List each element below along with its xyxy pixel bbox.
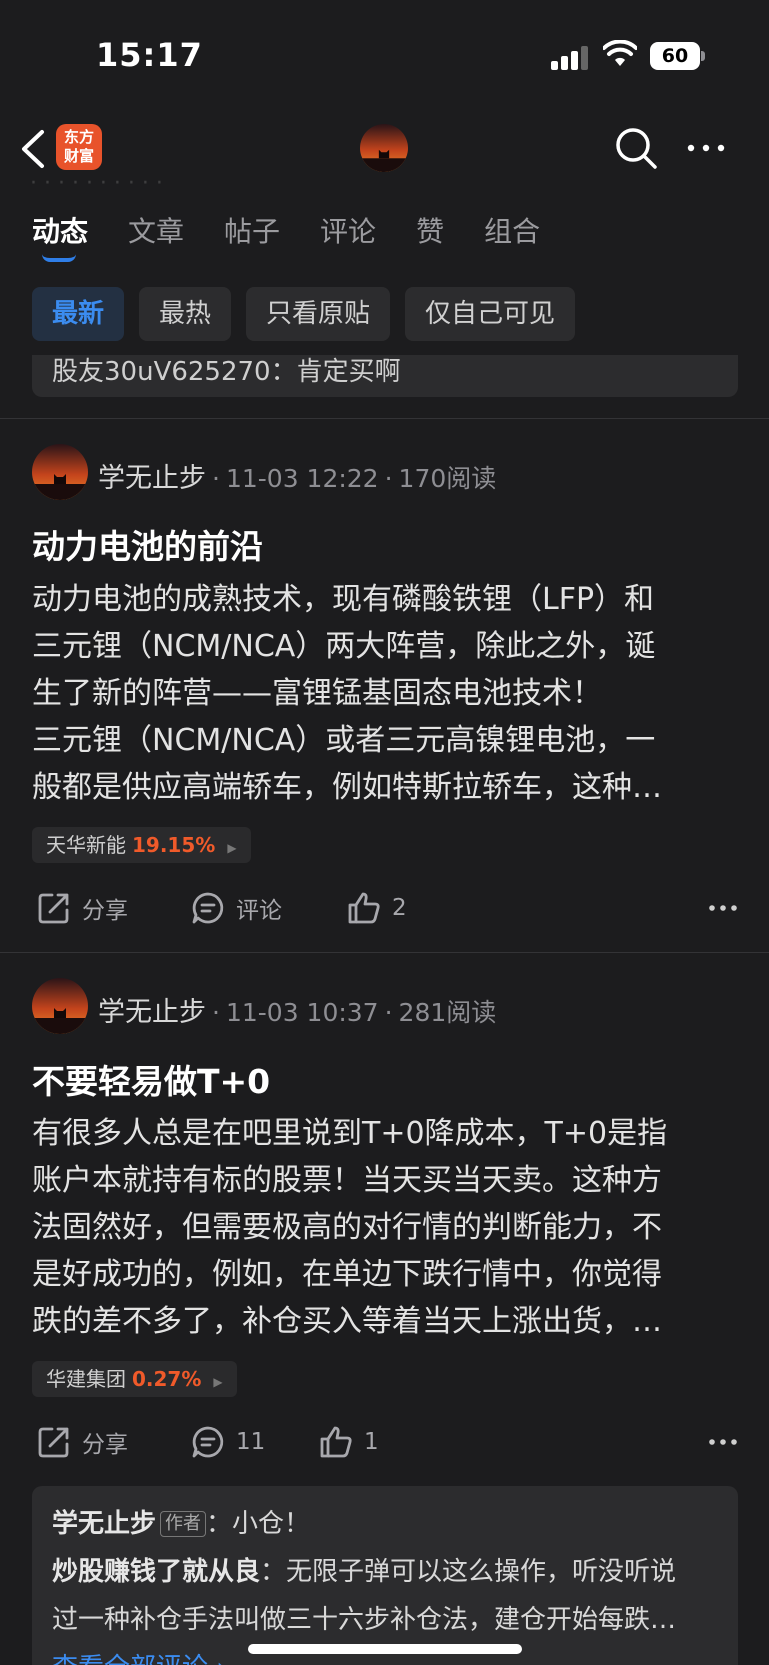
stock-tag[interactable]: 华建集团 0.27% ▶ [32,1361,237,1397]
author-reply: 学无止步 作者 ：小仓！ [52,1500,718,1548]
thumbs-up-icon [320,1426,352,1458]
reply-author[interactable]: 学无止步 [52,1509,156,1539]
post-reads: 281阅读 [398,998,497,1027]
post-author[interactable]: 学无止步 [98,463,206,494]
avatar[interactable] [32,444,88,500]
share-button[interactable]: 分享 [36,1422,128,1462]
share-icon [38,1427,69,1458]
post-actions: 分享 11 1 [32,1422,738,1462]
filter-latest[interactable]: 最新 [32,287,125,341]
stock-tag[interactable]: 天华新能 19.15% ▶ [32,827,251,863]
comment-preview[interactable]: 学无止步 作者 ：小仓！ 炒股赚钱了就从良：无限子弹可以这么操作，听没听说 过一种补… [32,1486,738,1665]
comment-icon [192,1426,224,1458]
home-indicator[interactable] [248,1644,522,1654]
more-options-icon[interactable] [686,138,726,158]
profile-tabs: 动态 文章 帖子 评论 赞 组合 [32,214,580,254]
stock-name: 华建集团 [46,1367,126,1391]
cellular-signal-icon [551,44,591,70]
post-title[interactable]: 不要轻易做T+0 [32,1055,270,1103]
comment-button[interactable]: 11 [190,1422,265,1462]
share-button[interactable]: 分享 [36,888,128,928]
comment-button[interactable]: 评论 [190,888,282,928]
post-body[interactable]: 有很多人总是在吧里说到T+0降成本，T+0是指 账户本就持有标的股票！当天买当天… [32,1110,738,1345]
comment-line: 过一种补仓手法叫做三十六步补仓法，建仓开始每跌… [52,1605,677,1635]
post-meta: 学无止步 · 11-03 10:37 · 281阅读 [98,997,497,1028]
comment-icon [192,892,224,924]
post-title[interactable]: 动力电池的前沿 [32,520,263,568]
tab-comments[interactable]: 评论 [320,214,376,254]
post-more-icon[interactable] [708,1430,738,1454]
post-time: 11-03 10:37 [225,998,379,1027]
play-arrow-icon: ▶ [227,841,237,855]
post-reads: 170阅读 [398,464,497,493]
commenter-name[interactable]: 炒股赚钱了就从良 [52,1557,260,1587]
tab-portfolio[interactable]: 组合 [484,214,540,254]
filter-original-only[interactable]: 只看原贴 [246,287,391,341]
post-meta: 学无止步 · 11-03 12:22 · 170阅读 [98,463,497,494]
comment-line: 炒股赚钱了就从良：无限子弹可以这么操作，听没听说 [52,1557,677,1587]
share-icon [38,893,69,924]
post-time: 11-03 12:22 [225,464,379,493]
stock-name: 天华新能 [46,833,126,857]
post-author[interactable]: 学无止步 [98,997,206,1028]
filter-private-only[interactable]: 仅自己可见 [405,287,576,341]
profile-avatar[interactable] [360,124,408,172]
stock-change: 0.27% [132,1367,202,1391]
app-logo[interactable]: 东方 财富 [56,124,102,170]
scrolled-content-remnant: · · · · · · · · · · [30,180,163,196]
search-icon[interactable] [614,126,658,170]
previous-comment-card[interactable]: 股友30uV625270：肯定买啊 [32,355,738,397]
wifi-icon [603,40,637,66]
play-arrow-icon: ▶ [213,1375,223,1389]
previous-comment-text: 股友30uV625270：肯定买啊 [52,357,401,387]
like-button[interactable]: 2 [346,888,407,928]
tab-dynamics[interactable]: 动态 [32,214,88,254]
divider [0,952,769,953]
back-icon[interactable] [18,128,48,170]
post-more-icon[interactable] [708,896,738,920]
post-body[interactable]: 动力电池的成熟技术，现有磷酸铁锂（LFP）和 三元锂（NCM/NCA）两大阵营，… [32,576,738,811]
battery-icon: 60 [650,42,705,70]
post-actions: 分享 评论 2 [32,888,738,928]
author-badge: 作者 [160,1511,207,1537]
thumbs-up-icon [348,892,380,924]
stock-change: 19.15% [132,833,216,857]
like-button[interactable]: 1 [318,1422,379,1462]
divider [0,418,769,419]
battery-level: 60 [650,42,700,70]
filter-hottest[interactable]: 最热 [139,287,232,341]
tab-articles[interactable]: 文章 [128,214,184,254]
avatar[interactable] [32,978,88,1034]
active-tab-indicator [42,254,76,262]
tab-likes[interactable]: 赞 [416,214,444,254]
filter-chips: 最新 最热 只看原贴 仅自己可见 [32,287,576,341]
status-time: 15:17 [96,36,203,74]
reply-text: ：小仓！ [206,1509,311,1539]
tab-posts[interactable]: 帖子 [224,214,280,254]
